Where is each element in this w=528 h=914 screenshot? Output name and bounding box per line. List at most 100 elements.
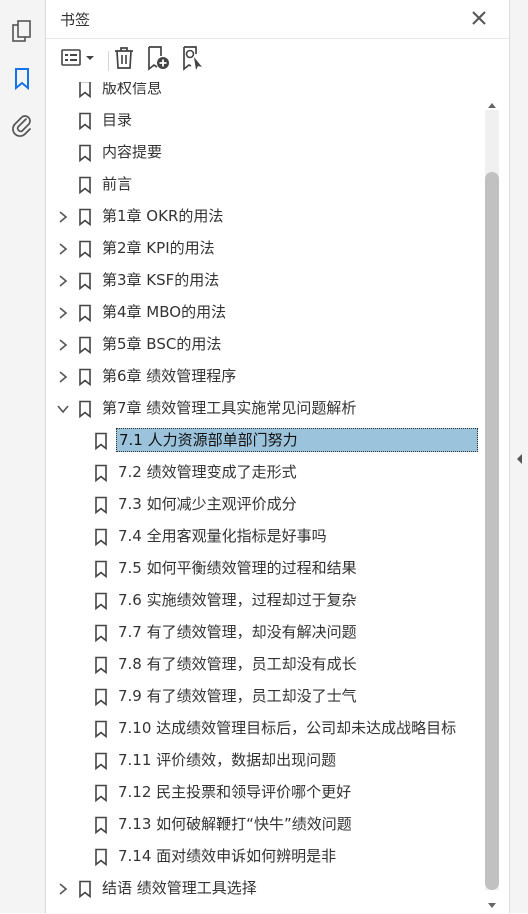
- bookmark-row[interactable]: 7.8 有了绩效管理，员工却没有成长: [46, 648, 483, 680]
- bookmark-row[interactable]: 7.14 面对绩效申诉如何辨明是非: [46, 840, 483, 872]
- delete-bookmark-button[interactable]: [112, 47, 136, 73]
- bookmark-icon: [94, 784, 108, 803]
- bookmark-icon: [94, 688, 108, 707]
- new-bookmark-icon: [146, 45, 172, 75]
- chevron-right-icon[interactable]: [56, 209, 70, 223]
- bookmark-icon: [78, 880, 92, 899]
- find-current-bookmark-icon: [180, 45, 206, 75]
- bookmark-row[interactable]: 版权信息: [46, 82, 483, 104]
- bookmark-icon: [94, 560, 108, 579]
- bookmark-row[interactable]: 前言: [46, 168, 483, 200]
- bookmark-label[interactable]: 7.3 如何减少主观评价成分: [116, 493, 299, 515]
- bookmark-row[interactable]: 第1章 OKR的用法: [46, 200, 483, 232]
- bookmark-label[interactable]: 第4章 MBO的用法: [100, 301, 228, 323]
- bookmark-row[interactable]: 7.6 实施绩效管理，过程却过于复杂: [46, 584, 483, 616]
- bookmark-label[interactable]: 前言: [100, 173, 134, 195]
- bookmark-icon: [94, 464, 108, 483]
- close-icon[interactable]: [469, 8, 489, 28]
- bookmark-label[interactable]: 7.13 如何破解鞭打“快牛”绩效问题: [116, 813, 354, 835]
- bookmark-icon: [78, 82, 92, 99]
- bookmark-row[interactable]: 7.12 民主投票和领导评价哪个更好: [46, 776, 483, 808]
- bookmark-row[interactable]: 7.4 全用客观量化指标是好事吗: [46, 520, 483, 552]
- chevron-right-icon[interactable]: [56, 305, 70, 319]
- panel-title: 书签: [60, 11, 91, 29]
- chevron-right-icon[interactable]: [56, 241, 70, 255]
- bookmark-label[interactable]: 7.5 如何平衡绩效管理的过程和结果: [116, 557, 359, 579]
- bookmark-icon: [94, 752, 108, 771]
- chevron-down-icon[interactable]: [56, 401, 70, 415]
- bookmark-label[interactable]: 7.11 评价绩效，数据却出现问题: [116, 749, 338, 771]
- bookmark-icon: [94, 528, 108, 547]
- bookmark-icon: [78, 368, 92, 387]
- collapse-panel-icon[interactable]: [515, 450, 524, 469]
- bookmark-label[interactable]: 7.10 达成绩效管理目标后，公司却未达成战略目标: [116, 717, 458, 739]
- bookmark-icon: [78, 272, 92, 291]
- find-current-bookmark-button[interactable]: [180, 45, 206, 75]
- bookmark-label[interactable]: 第7章 绩效管理工具实施常见问题解析: [100, 397, 358, 419]
- vertical-scrollbar[interactable]: [483, 90, 501, 913]
- bookmark-row[interactable]: 7.9 有了绩效管理，员工却没了士气: [46, 680, 483, 712]
- bookmark-row[interactable]: 结语 绩效管理工具选择: [46, 872, 483, 904]
- page-thumbnails-icon[interactable]: [10, 20, 34, 44]
- bookmark-row[interactable]: 7.7 有了绩效管理，却没有解决问题: [46, 616, 483, 648]
- bookmark-row[interactable]: 第7章 绩效管理工具实施常见问题解析: [46, 392, 483, 424]
- bookmark-icon: [94, 656, 108, 675]
- scroll-down-icon[interactable]: [487, 895, 497, 914]
- bookmark-icon: [78, 112, 92, 131]
- bookmark-label[interactable]: 7.8 有了绩效管理，员工却没有成长: [116, 653, 359, 675]
- bookmark-row[interactable]: 7.13 如何破解鞭打“快牛”绩效问题: [46, 808, 483, 840]
- bookmark-label-selected[interactable]: 7.1 人力资源部单部门努力: [116, 428, 478, 452]
- bookmark-row[interactable]: 第2章 KPI的用法: [46, 232, 483, 264]
- bookmark-label[interactable]: 7.12 民主投票和领导评价哪个更好: [116, 781, 353, 803]
- chevron-right-icon[interactable]: [56, 881, 70, 895]
- bookmark-label[interactable]: 7.9 有了绩效管理，员工却没了士气: [116, 685, 359, 707]
- options-menu-button[interactable]: [60, 47, 98, 73]
- new-bookmark-button[interactable]: [146, 45, 172, 75]
- bookmark-label[interactable]: 7.7 有了绩效管理，却没有解决问题: [116, 621, 359, 643]
- bookmark-row[interactable]: 7.2 绩效管理变成了走形式: [46, 456, 483, 488]
- bookmark-row[interactable]: 7.10 达成绩效管理目标后，公司却未达成战略目标: [46, 712, 483, 744]
- bookmark-row[interactable]: 7.11 评价绩效，数据却出现问题: [46, 744, 483, 776]
- bookmark-label[interactable]: 结语 绩效管理工具选择: [100, 877, 259, 899]
- bookmark-label[interactable]: 第3章 KSF的用法: [100, 269, 221, 291]
- bookmark-label[interactable]: 目录: [100, 109, 134, 131]
- bookmark-icon: [94, 816, 108, 835]
- bookmark-icon: [94, 848, 108, 867]
- bookmark-icon: [94, 496, 108, 515]
- scrollbar-thumb[interactable]: [485, 172, 499, 890]
- bookmark-icon: [78, 400, 92, 419]
- bookmark-icon: [94, 624, 108, 643]
- bookmark-label[interactable]: 7.4 全用客观量化指标是好事吗: [116, 525, 329, 547]
- bookmark-row[interactable]: 7.1 人力资源部单部门努力: [46, 424, 483, 456]
- bookmarks-tree: 版权信息目录内容提要前言第1章 OKR的用法 第2章 KPI的用法 第3章 KSF的…: [46, 82, 483, 913]
- bookmark-label[interactable]: 7.6 实施绩效管理，过程却过于复杂: [116, 589, 359, 611]
- bookmark-icon: [94, 432, 108, 451]
- bookmark-row[interactable]: 7.5 如何平衡绩效管理的过程和结果: [46, 552, 483, 584]
- bookmark-row[interactable]: 7.3 如何减少主观评价成分: [46, 488, 483, 520]
- bookmark-icon: [78, 304, 92, 323]
- bookmark-label[interactable]: 第5章 BSC的用法: [100, 333, 223, 355]
- bookmark-label[interactable]: 7.2 绩效管理变成了走形式: [116, 461, 299, 483]
- bookmark-row[interactable]: 第4章 MBO的用法: [46, 296, 483, 328]
- bookmark-label[interactable]: 7.14 面对绩效申诉如何辨明是非: [116, 845, 338, 867]
- navigation-pane-strip: [0, 0, 46, 913]
- bookmark-row[interactable]: 第3章 KSF的用法: [46, 264, 483, 296]
- bookmark-label[interactable]: 版权信息: [100, 82, 164, 99]
- chevron-right-icon[interactable]: [56, 369, 70, 383]
- bookmark-label[interactable]: 第6章 绩效管理程序: [100, 365, 238, 387]
- chevron-right-icon[interactable]: [56, 337, 70, 351]
- bookmark-row[interactable]: 目录: [46, 104, 483, 136]
- bookmarks-toolbar: [46, 39, 509, 81]
- delete-icon: [112, 46, 136, 74]
- chevron-right-icon[interactable]: [56, 273, 70, 287]
- bookmark-icon: [78, 176, 92, 195]
- bookmark-label[interactable]: 第2章 KPI的用法: [100, 237, 217, 259]
- bookmark-row[interactable]: 内容提要: [46, 136, 483, 168]
- bookmarks-panel-icon[interactable]: [10, 67, 34, 91]
- attachments-icon[interactable]: [10, 113, 34, 137]
- bookmark-label[interactable]: 第1章 OKR的用法: [100, 205, 225, 227]
- bookmark-row[interactable]: 第6章 绩效管理程序: [46, 360, 483, 392]
- bookmark-label[interactable]: 内容提要: [100, 141, 164, 163]
- options-menu-icon: [60, 47, 98, 73]
- bookmark-row[interactable]: 第5章 BSC的用法: [46, 328, 483, 360]
